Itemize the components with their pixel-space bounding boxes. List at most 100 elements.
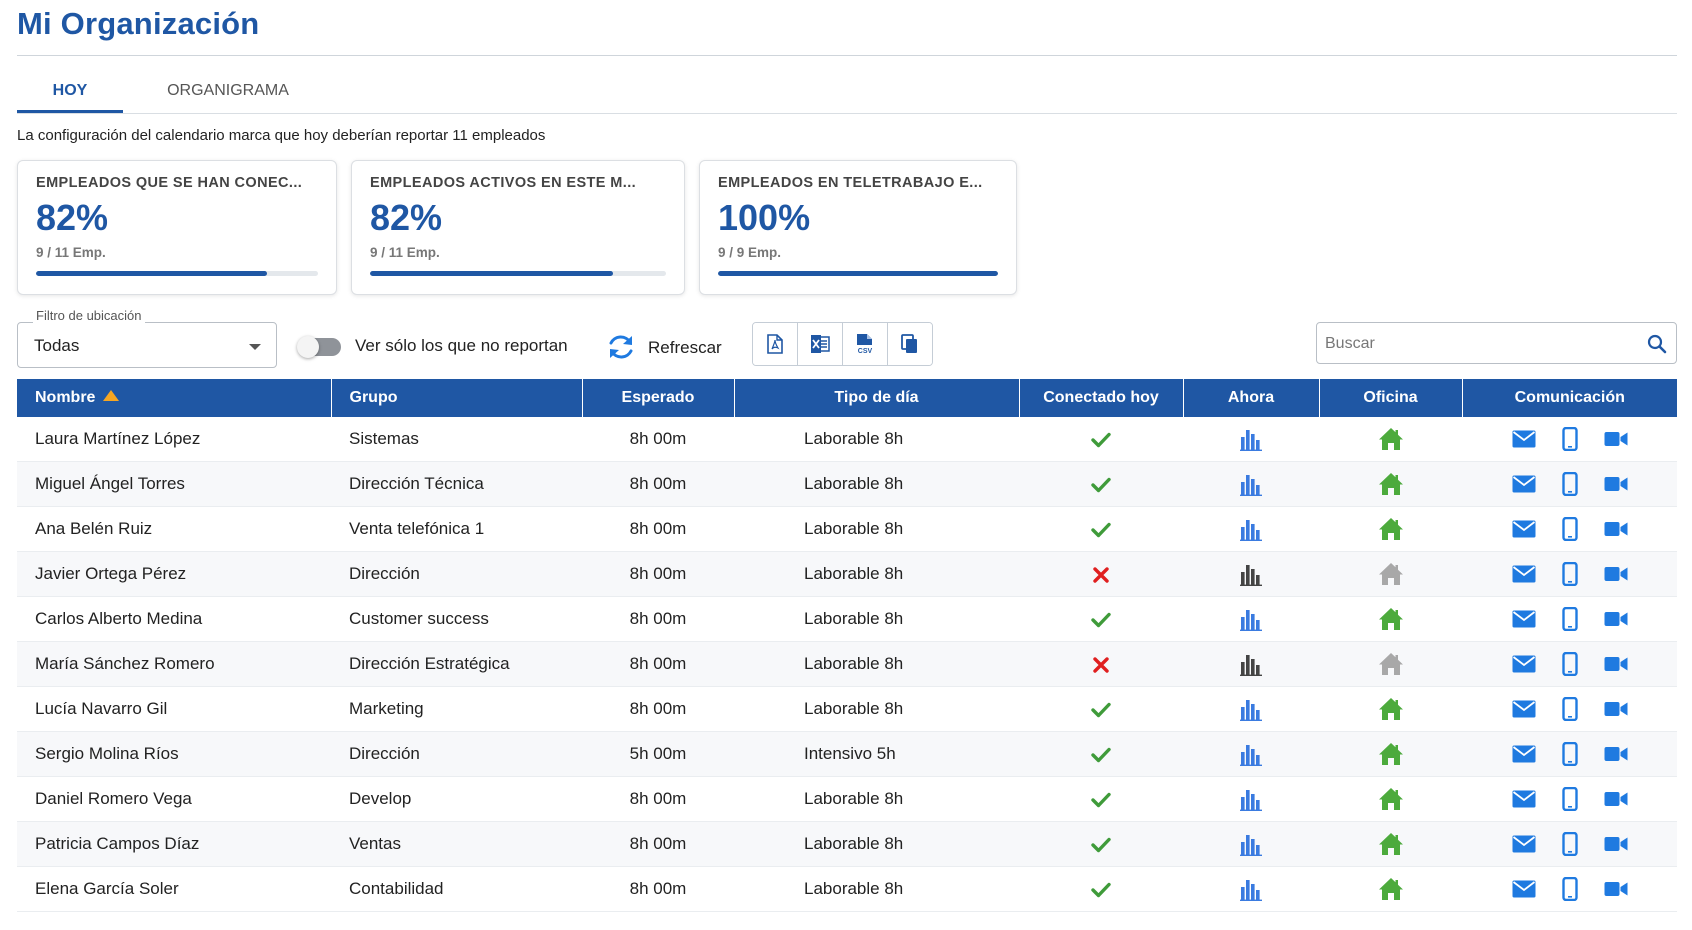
search-icon[interactable]: [1647, 334, 1667, 359]
activity-chart-icon[interactable]: [1240, 833, 1262, 856]
video-call-icon[interactable]: [1604, 880, 1628, 898]
cell-nombre[interactable]: Ana Belén Ruiz: [17, 506, 331, 552]
video-call-icon[interactable]: [1604, 835, 1628, 853]
phone-icon[interactable]: [1561, 562, 1578, 586]
video-call-icon[interactable]: [1604, 700, 1628, 718]
email-icon[interactable]: [1512, 700, 1536, 718]
phone-icon[interactable]: [1561, 652, 1578, 676]
cell-nombre[interactable]: Daniel Romero Vega: [17, 776, 331, 822]
table-row[interactable]: Sergio Molina Ríos Dirección 5h 00m Intensi…: [17, 731, 1677, 777]
search-input[interactable]: [1323, 329, 1637, 359]
phone-icon[interactable]: [1561, 742, 1578, 766]
communication-actions: [1462, 877, 1677, 901]
tab-organigrama[interactable]: ORGANIGRAMA: [143, 73, 313, 113]
export-csv-button[interactable]: CSV: [843, 323, 888, 365]
cell-esperado: 8h 00m: [582, 417, 734, 462]
phone-icon[interactable]: [1561, 607, 1578, 631]
activity-chart-icon[interactable]: [1240, 698, 1262, 721]
email-icon[interactable]: [1512, 745, 1536, 763]
activity-chart-icon[interactable]: [1240, 518, 1262, 541]
export-excel-button[interactable]: [798, 323, 843, 365]
cell-comunicacion: [1462, 641, 1677, 687]
column-header-comunicacion[interactable]: Comunicación: [1462, 379, 1677, 417]
column-header-nombre[interactable]: Nombre: [17, 379, 332, 417]
cell-nombre[interactable]: Patricia Campos Díaz: [17, 821, 331, 867]
activity-chart-icon[interactable]: [1240, 743, 1262, 766]
column-header-oficina[interactable]: Oficina: [1319, 379, 1463, 417]
video-call-icon[interactable]: [1604, 520, 1628, 538]
cell-nombre[interactable]: Carlos Alberto Medina: [17, 596, 331, 642]
table-row[interactable]: Javier Ortega Pérez Dirección 8h 00m Labora…: [17, 551, 1677, 597]
table-row[interactable]: Daniel Romero Vega Develop 8h 00m Laborable…: [17, 776, 1677, 822]
email-icon[interactable]: [1512, 835, 1536, 853]
sort-ascending-icon: [103, 390, 120, 401]
copy-button[interactable]: [888, 323, 932, 365]
phone-icon[interactable]: [1561, 472, 1578, 496]
email-icon[interactable]: [1512, 790, 1536, 808]
cell-nombre[interactable]: Elena García Soler: [17, 866, 331, 912]
cell-nombre[interactable]: Sergio Molina Ríos: [17, 731, 331, 777]
email-icon[interactable]: [1512, 430, 1536, 448]
table-row[interactable]: Elena García Soler Contabilidad 8h 00m Labo…: [17, 866, 1677, 912]
phone-icon[interactable]: [1561, 427, 1578, 451]
cell-conectado-hoy: [1019, 506, 1183, 552]
table-row[interactable]: María Sánchez Romero Dirección Estratégic…: [17, 641, 1677, 687]
column-header-label: Ahora: [1227, 389, 1275, 406]
email-icon[interactable]: [1512, 520, 1536, 538]
cell-nombre[interactable]: Laura Martínez López: [17, 417, 331, 462]
table-row[interactable]: Patricia Campos Díaz Ventas 8h 00m Laborabl…: [17, 821, 1677, 867]
cell-esperado: 8h 00m: [582, 551, 734, 597]
table-row[interactable]: Miguel Ángel Torres Dirección Técnica 8h 0…: [17, 461, 1677, 507]
cell-tipo-de-dia: Laborable 8h: [734, 417, 1019, 462]
cell-nombre[interactable]: Javier Ortega Pérez: [17, 551, 331, 597]
phone-icon[interactable]: [1561, 787, 1578, 811]
cell-nombre[interactable]: María Sánchez Romero: [17, 641, 331, 687]
video-call-icon[interactable]: [1604, 475, 1628, 493]
column-header-conectado-hoy[interactable]: Conectado hoy: [1019, 379, 1184, 417]
cell-grupo: Marketing: [331, 686, 582, 732]
activity-chart-icon[interactable]: [1240, 473, 1262, 496]
activity-chart-icon[interactable]: [1240, 428, 1262, 451]
video-call-icon[interactable]: [1604, 430, 1628, 448]
activity-chart-icon[interactable]: [1240, 878, 1262, 901]
email-icon[interactable]: [1512, 610, 1536, 628]
activity-chart-icon[interactable]: [1240, 563, 1262, 586]
cell-tipo-de-dia: Intensivo 5h: [734, 731, 1019, 777]
phone-icon[interactable]: [1561, 832, 1578, 856]
column-header-tipo-de-dia[interactable]: Tipo de día: [734, 379, 1020, 417]
export-pdf-button[interactable]: [753, 323, 798, 365]
cell-nombre[interactable]: Lucía Navarro Gil: [17, 686, 331, 732]
activity-chart-icon[interactable]: [1240, 608, 1262, 631]
location-filter-select[interactable]: Todas: [17, 322, 277, 368]
column-header-esperado[interactable]: Esperado: [582, 379, 735, 417]
video-call-icon[interactable]: [1604, 655, 1628, 673]
email-icon[interactable]: [1512, 880, 1536, 898]
table-row[interactable]: Carlos Alberto Medina Customer success 8h …: [17, 596, 1677, 642]
video-call-icon[interactable]: [1604, 745, 1628, 763]
email-icon[interactable]: [1512, 475, 1536, 493]
table-row[interactable]: Lucía Navarro Gil Marketing 8h 00m Laborabl…: [17, 686, 1677, 732]
table-row[interactable]: Laura Martínez López Sistemas 8h 00m Labora…: [17, 417, 1677, 462]
video-call-icon[interactable]: [1604, 565, 1628, 583]
column-header-grupo[interactable]: Grupo: [331, 379, 583, 417]
cell-tipo-de-dia: Laborable 8h: [734, 596, 1019, 642]
cell-ahora: [1183, 731, 1319, 777]
phone-icon[interactable]: [1561, 517, 1578, 541]
video-call-icon[interactable]: [1604, 790, 1628, 808]
video-call-icon[interactable]: [1604, 610, 1628, 628]
communication-actions: [1462, 472, 1677, 496]
phone-icon[interactable]: [1561, 877, 1578, 901]
email-icon[interactable]: [1512, 565, 1536, 583]
column-header-ahora[interactable]: Ahora: [1183, 379, 1320, 417]
table-row[interactable]: Ana Belén Ruiz Venta telefónica 1 8h 00m La…: [17, 506, 1677, 552]
tab-hoy[interactable]: HOY: [17, 73, 123, 113]
activity-chart-icon[interactable]: [1240, 788, 1262, 811]
activity-chart-icon[interactable]: [1240, 653, 1262, 676]
cell-tipo-de-dia: Laborable 8h: [734, 866, 1019, 912]
card-title: EMPLEADOS QUE SE HAN CONEC...: [36, 175, 303, 191]
not-reporting-toggle[interactable]: [297, 336, 341, 358]
email-icon[interactable]: [1512, 655, 1536, 673]
cell-grupo: Dirección Técnica: [331, 461, 582, 507]
cell-nombre[interactable]: Miguel Ángel Torres: [17, 461, 331, 507]
phone-icon[interactable]: [1561, 697, 1578, 721]
